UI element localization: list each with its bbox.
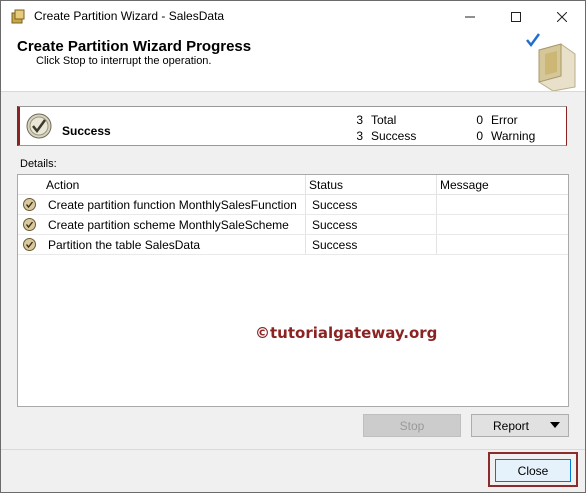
warning-label: Warning <box>491 129 536 143</box>
title-bar: Create Partition Wizard - SalesData <box>1 1 585 32</box>
window-title: Create Partition Wizard - SalesData <box>34 9 225 23</box>
grid-header: Action Status Message <box>18 175 568 195</box>
success-check-icon <box>23 218 36 231</box>
warning-count: 0 <box>476 129 483 143</box>
wizard-header: Create Partition Wizard Progress Click S… <box>1 32 585 92</box>
cell-message <box>436 235 568 254</box>
wizard-graphic-icon <box>526 33 576 91</box>
cell-status: Success <box>305 195 436 214</box>
column-header-action[interactable]: Action <box>43 175 305 194</box>
close-window-button[interactable] <box>539 1 585 32</box>
footer-divider <box>1 449 585 450</box>
maximize-button[interactable] <box>493 1 539 32</box>
column-header-status[interactable]: Status <box>305 175 436 194</box>
total-label: Total <box>371 113 397 127</box>
page-subtitle: Click Stop to interrupt the operation. <box>36 55 212 67</box>
table-row[interactable]: Partition the table SalesData Success <box>18 235 568 255</box>
close-button[interactable]: Close <box>495 459 571 482</box>
error-label: Error <box>491 113 518 127</box>
total-count: 3 <box>356 113 363 127</box>
close-icon <box>557 11 567 22</box>
summary-panel: Success 3 Total 3 Success 0 Error 0 Warning <box>17 106 567 146</box>
cell-message <box>436 215 568 234</box>
cell-message <box>436 195 568 214</box>
success-count: 3 <box>356 129 363 143</box>
report-button-label: Report <box>492 418 530 433</box>
error-count: 0 <box>476 113 483 127</box>
success-check-icon <box>26 113 52 139</box>
wizard-window: Create Partition Wizard - SalesData Crea… <box>0 0 586 493</box>
stop-button[interactable]: Stop <box>363 414 461 437</box>
error-stat: 0 Error <box>467 113 518 127</box>
maximize-icon <box>511 11 521 22</box>
success-check-icon <box>23 238 36 251</box>
cell-status: Success <box>305 215 436 234</box>
details-grid[interactable]: Action Status Message Create partition f… <box>17 174 569 407</box>
cell-action: Create partition function MonthlySalesFu… <box>48 198 297 212</box>
success-check-icon <box>23 198 36 211</box>
cell-action: Partition the table SalesData <box>48 238 201 252</box>
watermark-text: ©tutorialgateway.org <box>255 324 438 342</box>
summary-status: Success <box>62 124 111 138</box>
column-header-message[interactable]: Message <box>436 175 568 194</box>
warning-stat: 0 Warning <box>467 129 535 143</box>
minimize-icon <box>465 16 475 17</box>
wizard-app-icon <box>11 9 25 24</box>
table-row[interactable]: Create partition function MonthlySalesFu… <box>18 195 568 215</box>
success-label: Success <box>371 129 417 143</box>
page-title: Create Partition Wizard Progress <box>17 38 252 55</box>
table-row[interactable]: Create partition scheme MonthlySaleSchem… <box>18 215 568 235</box>
total-stat: 3 Total <box>347 113 396 127</box>
report-button[interactable]: Report <box>471 414 569 437</box>
success-stat: 3 Success <box>347 129 416 143</box>
cell-action: Create partition scheme MonthlySaleSchem… <box>48 218 289 232</box>
chevron-down-icon[interactable] <box>550 422 560 428</box>
cell-status: Success <box>305 235 436 254</box>
details-label: Details: <box>20 158 57 170</box>
minimize-button[interactable] <box>447 1 493 32</box>
